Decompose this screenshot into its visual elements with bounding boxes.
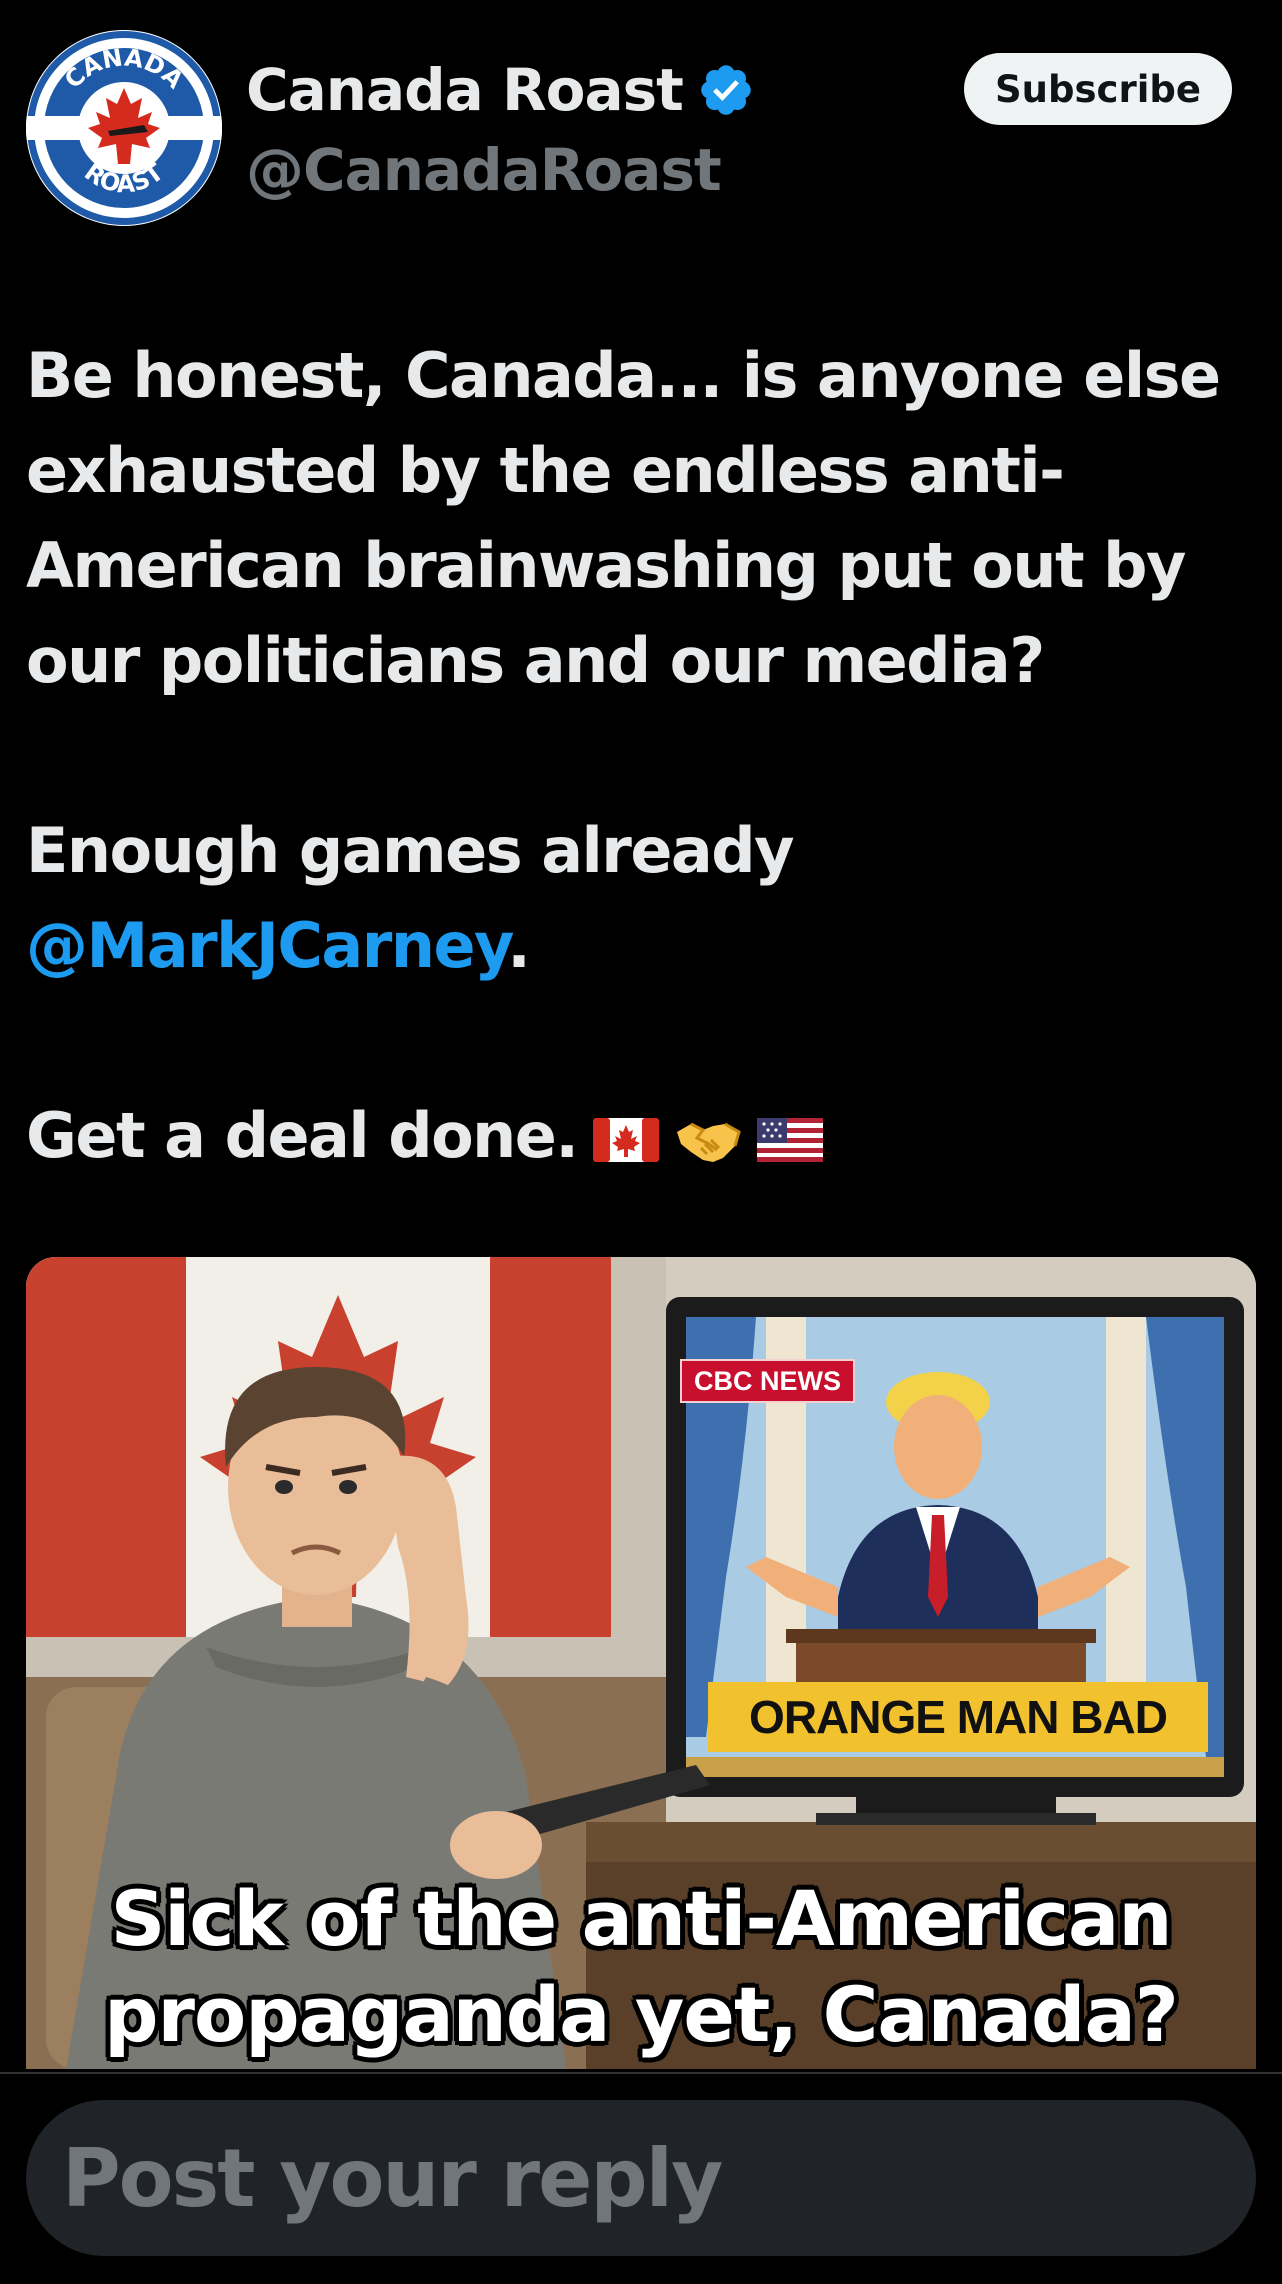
display-name[interactable]: Canada Roast (246, 52, 684, 128)
mention-link[interactable]: @MarkJCarney (26, 909, 509, 982)
tweet-paragraph-2-prefix: Enough games already (26, 814, 795, 887)
reply-bar (0, 2072, 1282, 2284)
canada-roast-logo-icon: CANADA ROAST (26, 31, 222, 225)
canada-flag-icon (591, 1110, 661, 1170)
handshake-icon (673, 1110, 743, 1170)
tweet-paragraph-2: Enough games already @MarkJCarney. (26, 803, 1256, 993)
reply-input[interactable] (26, 2100, 1256, 2256)
image-caption-line-2: propaganda yet, Canada? (104, 1970, 1179, 2059)
avatar[interactable]: CANADA ROAST (26, 30, 222, 226)
tweet-paragraph-1: Be honest, Canada... is anyone else exha… (26, 339, 1221, 697)
tv-news-badge: CBC NEWS (680, 1359, 855, 1403)
tweet-header: CANADA ROAST Canada Roast @CanadaRoast S… (0, 0, 1282, 240)
tweet-paragraph-2-suffix: . (507, 909, 531, 982)
account-handle[interactable]: @CanadaRoast (246, 132, 722, 208)
us-flag-icon (755, 1110, 825, 1170)
subscribe-button[interactable]: Subscribe (964, 53, 1232, 125)
tv-ticker-text: ORANGE MAN BAD (708, 1682, 1208, 1752)
verified-badge-icon[interactable] (697, 61, 755, 119)
tweet-paragraph-3: Get a deal done. (26, 1088, 1256, 1183)
tweet-image[interactable]: CBC NEWS ORANGE MAN BAD Sick of the anti… (26, 1257, 1256, 2069)
display-name-row: Canada Roast (246, 52, 755, 128)
tweet-paragraph-3-text: Get a deal done. (26, 1099, 579, 1172)
image-caption: Sick of the anti-American propaganda yet… (26, 1871, 1256, 2063)
emoji-row (591, 1110, 837, 1170)
image-caption-line-1: Sick of the anti-American (110, 1874, 1173, 1963)
tweet-text: Be honest, Canada... is anyone else exha… (26, 328, 1256, 1183)
